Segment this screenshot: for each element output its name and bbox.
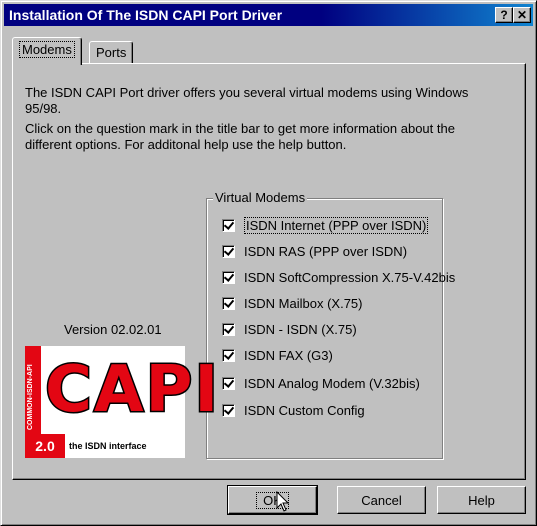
logo-side-strip: COMMON-ISDN-API [25, 346, 41, 434]
cancel-button[interactable]: Cancel [337, 486, 426, 514]
modem-checkbox-isdn-isdn[interactable]: ISDN - ISDN (X.75) [222, 321, 357, 337]
description-line-3: Click on the question mark in the title … [25, 121, 455, 136]
modem-checkbox-analog[interactable]: ISDN Analog Modem (V.32bis) [222, 375, 420, 391]
checkbox-label: ISDN Analog Modem (V.32bis) [244, 375, 420, 391]
description-line-4: different options. For additonal help us… [25, 137, 347, 152]
checkbox-label: ISDN Custom Config [244, 402, 365, 418]
checkbox-label: ISDN - ISDN (X.75) [244, 321, 357, 337]
checkbox-label: ISDN SoftCompression X.75-V.42bis [244, 269, 456, 285]
help-button-label: Help [468, 493, 495, 508]
capi-logo: COMMON-ISDN-API CAPI 2.0 the ISDN interf… [25, 346, 220, 458]
logo-side-text: COMMON-ISDN-API [27, 364, 34, 430]
checkbox-checked-icon[interactable] [222, 348, 235, 362]
checkbox-checked-icon[interactable] [222, 270, 235, 284]
mouse-pointer-icon [276, 491, 290, 512]
close-button[interactable]: ✕ [513, 7, 531, 23]
logo-version: 2.0 [25, 434, 65, 458]
dialog-window: Installation Of The ISDN CAPI Port Drive… [0, 0, 537, 526]
checkbox-checked-icon[interactable] [222, 376, 235, 390]
logo-tagline: the ISDN interface [69, 441, 147, 451]
checkbox-label: ISDN Mailbox (X.75) [244, 295, 363, 311]
logo-capi-text: CAPI [43, 352, 221, 429]
tab-ports-label: Ports [96, 45, 127, 60]
checkbox-label: ISDN RAS (PPP over ISDN) [244, 243, 408, 259]
checkbox-label: ISDN Internet (PPP over ISDN) [244, 216, 429, 234]
modem-checkbox-fax[interactable]: ISDN FAX (G3) [222, 347, 333, 363]
cancel-button-label: Cancel [361, 493, 402, 508]
ok-button[interactable]: OK [227, 485, 318, 515]
checkbox-checked-icon[interactable] [222, 296, 235, 310]
checkbox-checked-icon[interactable] [222, 403, 235, 417]
tab-ports[interactable]: Ports [89, 41, 134, 64]
description-line-1: The ISDN CAPI Port driver offers you sev… [25, 85, 469, 100]
window-title: Installation Of The ISDN CAPI Port Drive… [9, 7, 283, 23]
modem-checkbox-mailbox[interactable]: ISDN Mailbox (X.75) [222, 295, 362, 311]
checkbox-label: ISDN FAX (G3) [244, 347, 333, 363]
checkbox-checked-icon[interactable] [222, 322, 235, 336]
description-line-2: 95/98. [25, 101, 62, 116]
modem-checkbox-ras[interactable]: ISDN RAS (PPP over ISDN) [222, 243, 407, 259]
tab-modems[interactable]: Modems [12, 37, 82, 65]
version-text: Version 02.02.01 [64, 322, 162, 337]
title-bar[interactable]: Installation Of The ISDN CAPI Port Drive… [4, 4, 533, 26]
modem-checkbox-softcompression[interactable]: ISDN SoftCompression X.75-V.42bis [222, 269, 455, 285]
virtual-modems-label: Virtual Modems [213, 190, 308, 205]
help-button[interactable]: Help [437, 486, 526, 514]
checkbox-checked-icon[interactable] [222, 244, 235, 258]
checkbox-checked-icon[interactable] [222, 218, 235, 232]
modem-checkbox-custom[interactable]: ISDN Custom Config [222, 402, 365, 418]
help-question-button[interactable]: ? [495, 7, 513, 23]
tab-modems-label: Modems [19, 41, 75, 58]
modem-checkbox-internet[interactable]: ISDN Internet (PPP over ISDN) [222, 216, 429, 234]
